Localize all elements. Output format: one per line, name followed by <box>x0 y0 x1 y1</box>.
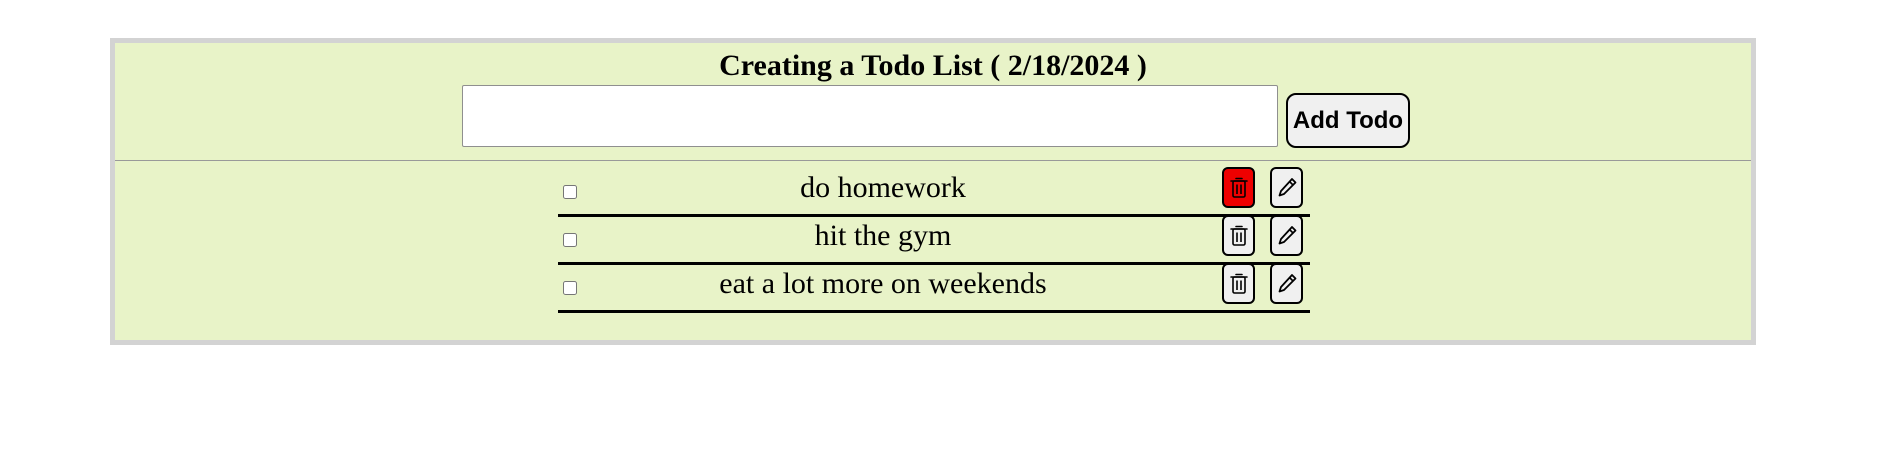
pencil-icon <box>1278 273 1296 292</box>
todo-checkbox[interactable] <box>563 185 577 199</box>
page-title: Creating a Todo List ( 2/18/2024 ) <box>719 49 1147 82</box>
todo-checkbox[interactable] <box>563 281 577 295</box>
edit-todo-button[interactable] <box>1270 167 1303 208</box>
pencil-icon <box>1278 177 1296 196</box>
todo-input[interactable] <box>462 85 1278 147</box>
todo-app-panel: Creating a Todo List ( 2/18/2024 ) Add T… <box>110 38 1756 345</box>
delete-todo-button[interactable] <box>1222 263 1255 304</box>
todo-text: hit the gym <box>814 219 952 252</box>
pencil-icon <box>1278 225 1296 244</box>
trash-icon <box>1229 273 1248 294</box>
add-todo-button[interactable]: Add Todo <box>1286 93 1410 148</box>
todo-text: do homework <box>800 171 966 204</box>
trash-icon <box>1229 225 1248 246</box>
todo-text: eat a lot more on weekends <box>719 267 1047 300</box>
delete-todo-button[interactable] <box>1222 215 1255 256</box>
delete-todo-button[interactable] <box>1222 167 1255 208</box>
todo-item: eat a lot more on weekends <box>558 257 1310 313</box>
trash-icon <box>1229 177 1248 198</box>
todo-checkbox[interactable] <box>563 233 577 247</box>
edit-todo-button[interactable] <box>1270 263 1303 304</box>
edit-todo-button[interactable] <box>1270 215 1303 256</box>
todo-header: Creating a Todo List ( 2/18/2024 ) Add T… <box>115 43 1751 161</box>
